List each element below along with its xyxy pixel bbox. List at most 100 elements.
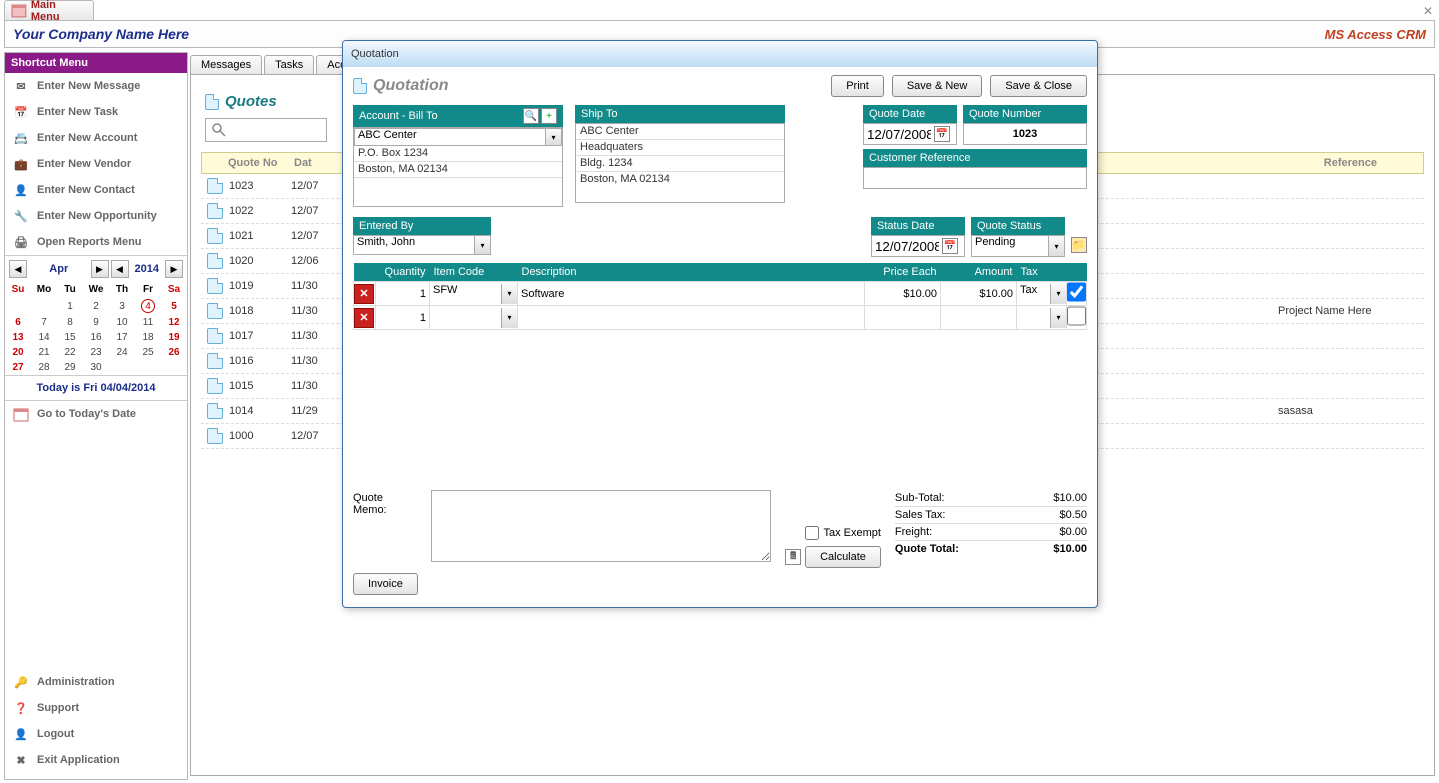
cal-day[interactable]: 18: [135, 330, 161, 345]
entered-by-combo[interactable]: Smith, John▾: [353, 235, 491, 255]
account-add-icon[interactable]: +: [541, 108, 557, 124]
sidebar-item-1[interactable]: 📅Enter New Task: [5, 99, 187, 125]
cal-day[interactable]: [135, 360, 161, 375]
cal-day[interactable]: 13: [5, 330, 31, 345]
cal-day[interactable]: 5: [161, 297, 187, 315]
cal-day[interactable]: 26: [161, 345, 187, 360]
cal-day[interactable]: 14: [31, 330, 57, 345]
delete-row-icon[interactable]: ✕: [354, 284, 374, 304]
cal-day[interactable]: [31, 297, 57, 315]
status-date-input[interactable]: [872, 239, 942, 254]
calculate-button[interactable]: Calculate: [805, 546, 881, 568]
tax-exempt-check[interactable]: Tax Exempt: [805, 526, 880, 540]
calendar-picker-icon[interactable]: 📅: [934, 126, 950, 142]
window-tab[interactable]: Main Menu: [4, 0, 94, 20]
folder-icon[interactable]: 📁: [1071, 237, 1087, 253]
cal-day[interactable]: 17: [109, 330, 135, 345]
cal-day[interactable]: 30: [83, 360, 109, 375]
cal-day[interactable]: 12: [161, 315, 187, 330]
cal-day[interactable]: 6: [5, 315, 31, 330]
price-input[interactable]: [865, 308, 940, 328]
cal-day[interactable]: 21: [31, 345, 57, 360]
code-combo[interactable]: ▾: [430, 308, 517, 328]
cal-day[interactable]: 29: [57, 360, 83, 375]
sidebar-item-4[interactable]: 👤Enter New Contact: [5, 177, 187, 203]
cal-day[interactable]: 24: [109, 345, 135, 360]
qty-input[interactable]: [376, 284, 429, 304]
cal-day[interactable]: 7: [31, 315, 57, 330]
cal-day[interactable]: [161, 360, 187, 375]
cust-ref-input[interactable]: [864, 168, 1086, 188]
cal-next-month[interactable]: ▶: [91, 260, 109, 278]
sidebar-bottom-2[interactable]: 👤Logout: [5, 721, 187, 747]
cal-day[interactable]: 11: [135, 315, 161, 330]
cal-day[interactable]: 10: [109, 315, 135, 330]
caret-down-icon: ▾: [501, 308, 517, 328]
tax-check[interactable]: [1067, 306, 1086, 326]
price-input[interactable]: [865, 284, 940, 304]
qty-input[interactable]: [376, 308, 429, 328]
cal-day-today[interactable]: 4: [135, 297, 161, 315]
cal-day[interactable]: 28: [31, 360, 57, 375]
menu-icon: 💼: [13, 156, 29, 172]
cal-day[interactable]: 1: [57, 297, 83, 315]
sidebar-bottom-0[interactable]: 🔑Administration: [5, 669, 187, 695]
save-new-button[interactable]: Save & New: [892, 75, 983, 97]
calculator-icon[interactable]: 🖩: [785, 549, 801, 565]
tax-combo[interactable]: ▾: [1017, 308, 1066, 328]
sidebar-item-5[interactable]: 🔧Enter New Opportunity: [5, 203, 187, 229]
sidebar-item-0[interactable]: ✉Enter New Message: [5, 73, 187, 99]
quote-date-header: Quote Date: [863, 105, 957, 123]
code-combo[interactable]: SFW▾: [430, 284, 517, 304]
quote-date-input[interactable]: [864, 127, 934, 142]
sidebar-item-3[interactable]: 💼Enter New Vendor: [5, 151, 187, 177]
cal-day[interactable]: 3: [109, 297, 135, 315]
invoice-button[interactable]: Invoice: [353, 573, 418, 595]
cal-day[interactable]: 20: [5, 345, 31, 360]
cal-day[interactable]: 16: [83, 330, 109, 345]
amount-input[interactable]: [941, 284, 1016, 304]
delete-row-icon[interactable]: ✕: [354, 308, 374, 328]
sidebar-bottom-3[interactable]: ✖Exit Application: [5, 747, 187, 773]
tab-tasks[interactable]: Tasks: [264, 55, 314, 74]
tab-messages[interactable]: Messages: [190, 55, 262, 74]
cal-day[interactable]: 22: [57, 345, 83, 360]
amount-input[interactable]: [941, 308, 1016, 328]
goto-today[interactable]: Go to Today's Date: [5, 401, 187, 427]
cal-prev-year[interactable]: ◀: [111, 260, 129, 278]
cal-day[interactable]: 2: [83, 297, 109, 315]
status-combo[interactable]: Pending▾: [971, 235, 1065, 257]
account-search-icon[interactable]: 🔍: [523, 108, 539, 124]
cal-day[interactable]: [109, 360, 135, 375]
sidebar-bottom-1[interactable]: ❓Support: [5, 695, 187, 721]
print-button[interactable]: Print: [831, 75, 884, 97]
sidebar-item-6[interactable]: 🖨Open Reports Menu: [5, 229, 187, 255]
col-price: Price Each: [865, 263, 941, 282]
sidebar-item-2[interactable]: 📇Enter New Account: [5, 125, 187, 151]
cal-day[interactable]: [5, 297, 31, 315]
save-close-button[interactable]: Save & Close: [990, 75, 1087, 97]
form-icon: [11, 3, 27, 19]
cal-day[interactable]: 25: [135, 345, 161, 360]
cal-day[interactable]: 15: [57, 330, 83, 345]
sidebar: Shortcut Menu ✉Enter New Message📅Enter N…: [4, 52, 188, 780]
cal-day[interactable]: 8: [57, 315, 83, 330]
cal-day[interactable]: 27: [5, 360, 31, 375]
desc-input[interactable]: [518, 308, 864, 328]
tax-combo[interactable]: Tax▾: [1017, 284, 1066, 304]
search-box[interactable]: [205, 118, 327, 142]
cal-day[interactable]: 23: [83, 345, 109, 360]
cal-next-year[interactable]: ▶: [165, 260, 183, 278]
close-icon[interactable]: ✕: [1423, 4, 1433, 18]
memo-input[interactable]: [431, 490, 771, 562]
account-addr1: P.O. Box 1234: [354, 146, 562, 162]
desc-input[interactable]: [518, 284, 864, 304]
dialog-title-bar[interactable]: Quotation: [343, 41, 1097, 67]
cal-day[interactable]: 19: [161, 330, 187, 345]
cal-prev-month[interactable]: ◀: [9, 260, 27, 278]
account-combo[interactable]: ABC Center▾: [354, 128, 562, 146]
tax-check[interactable]: [1067, 282, 1086, 302]
cal-day[interactable]: 9: [83, 315, 109, 330]
cal-month: Apr: [29, 263, 89, 275]
calendar-picker-icon[interactable]: 📅: [942, 238, 958, 254]
